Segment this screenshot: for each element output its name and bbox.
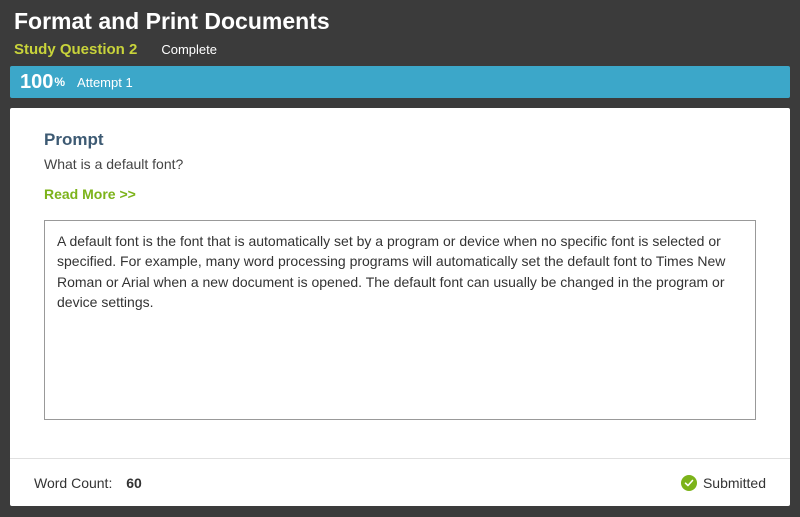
page-title: Format and Print Documents — [14, 8, 786, 35]
content-card: Prompt What is a default font? Read More… — [10, 108, 790, 506]
status-label: Complete — [161, 42, 217, 57]
score-value: 100 — [20, 71, 53, 94]
study-question-label: Study Question 2 — [14, 41, 137, 58]
attempt-label: Attempt 1 — [77, 75, 133, 90]
prompt-question: What is a default font? — [44, 156, 756, 172]
score-bar: 100% Attempt 1 — [10, 66, 790, 98]
check-circle-icon — [681, 475, 697, 491]
percent-symbol: % — [54, 75, 65, 89]
card-footer: Word Count: 60 Submitted — [10, 458, 790, 506]
prompt-heading: Prompt — [44, 130, 756, 150]
card-inner: Prompt What is a default font? Read More… — [10, 108, 790, 420]
word-count-value: 60 — [126, 475, 142, 491]
submitted-status: Submitted — [681, 475, 766, 491]
header: Format and Print Documents Study Questio… — [0, 0, 800, 66]
submitted-label: Submitted — [703, 475, 766, 491]
read-more-link[interactable]: Read More >> — [44, 186, 136, 202]
answer-textarea[interactable]: A default font is the font that is autom… — [44, 220, 756, 420]
word-count-label: Word Count: — [34, 475, 112, 491]
app-frame: Format and Print Documents Study Questio… — [0, 0, 800, 517]
word-count: Word Count: 60 — [34, 475, 142, 491]
header-subrow: Study Question 2 Complete — [14, 41, 786, 58]
